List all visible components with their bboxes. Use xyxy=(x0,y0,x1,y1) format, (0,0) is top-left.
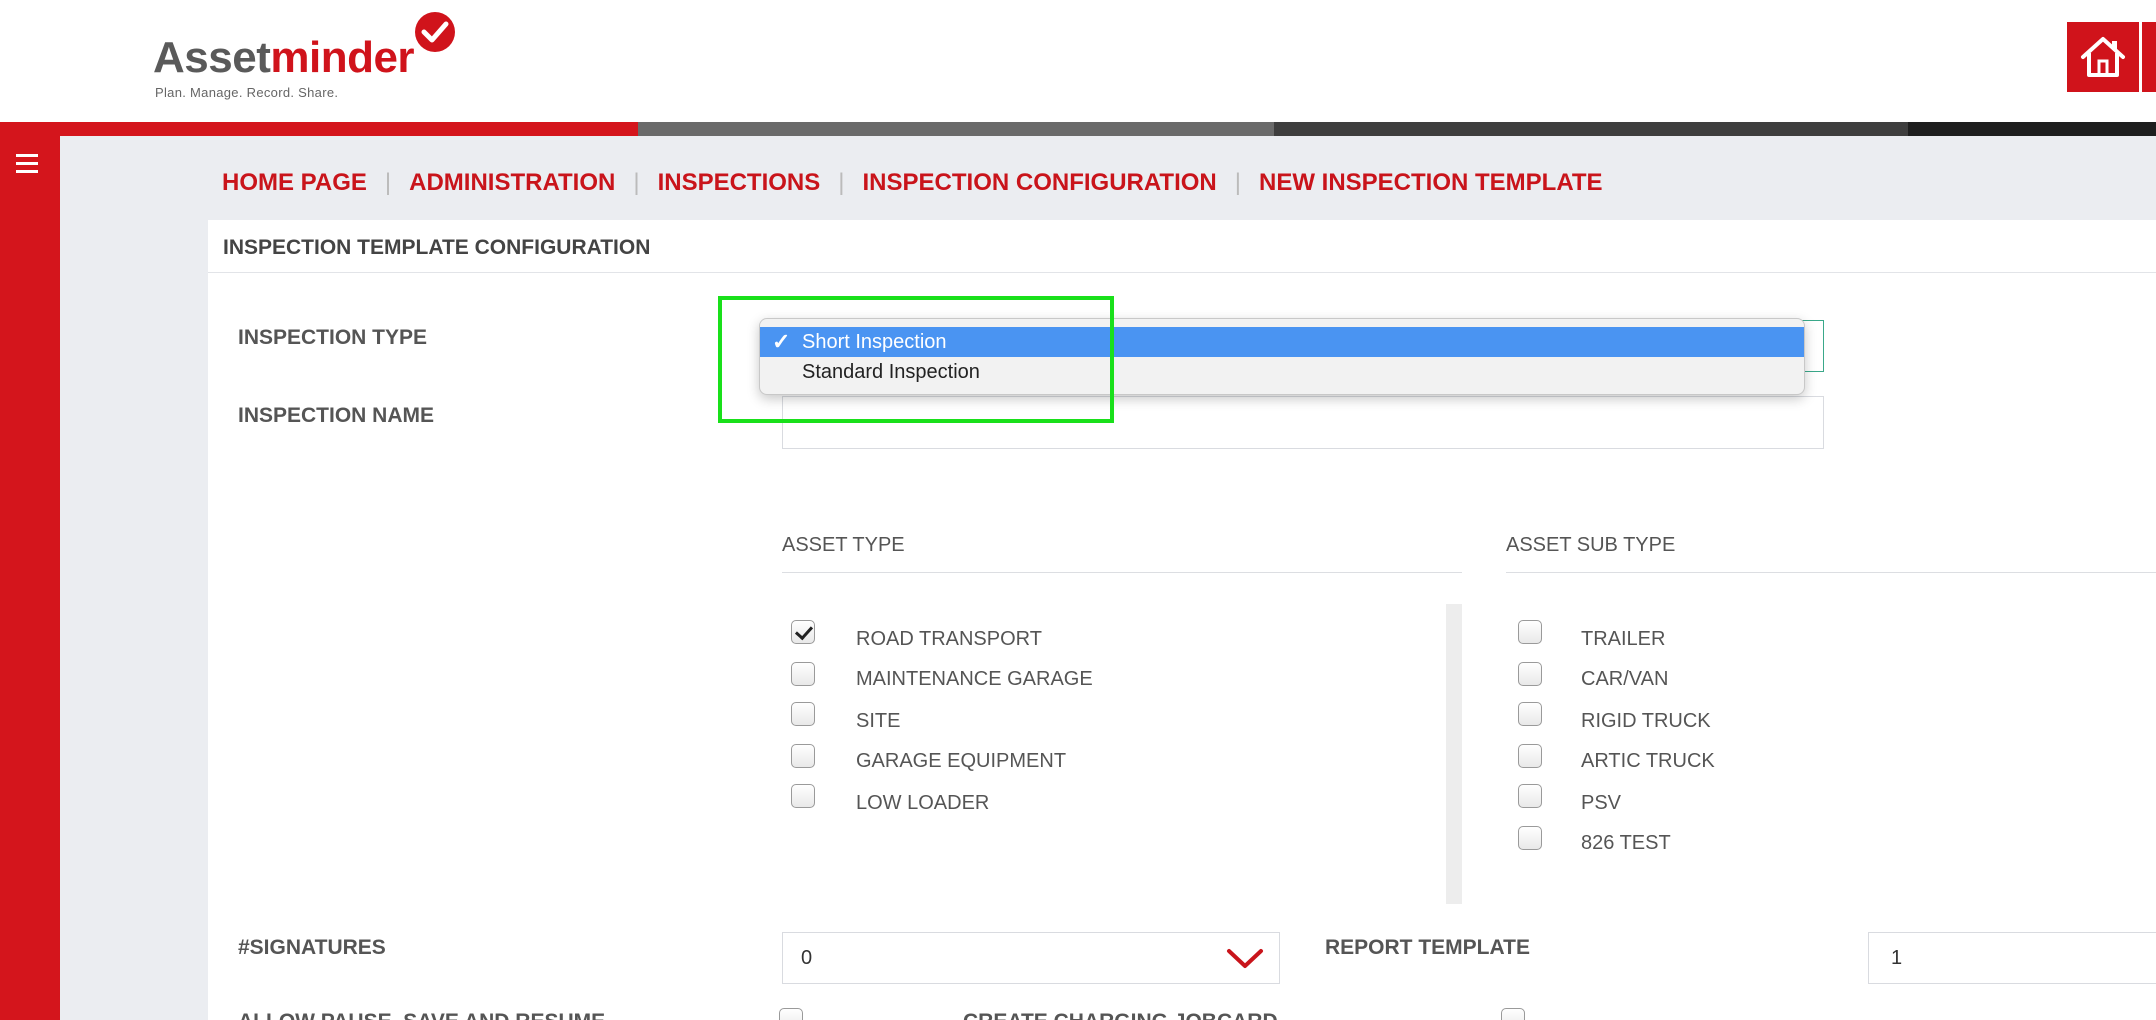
asset-type-scrollbar[interactable] xyxy=(1446,604,1462,904)
asset-type-label: LOW LOADER xyxy=(856,792,990,814)
asset-sub-type-checkbox-rigid-truck[interactable] xyxy=(1518,702,1542,726)
assetminder-logo[interactable]: Assetminder Plan. Manage. Record. Share. xyxy=(153,10,463,100)
asset-sub-type-divider xyxy=(1506,572,2156,573)
report-template-label: REPORT TEMPLATE xyxy=(1325,936,1530,959)
asset-sub-type-label: CAR/VAN xyxy=(1581,668,1669,690)
asset-sub-type-label: RIGID TRUCK xyxy=(1581,710,1711,732)
color-stripe xyxy=(0,122,2156,136)
asset-type-label: SITE xyxy=(856,710,901,732)
report-template-value: 1 xyxy=(1891,947,1903,969)
allow-pause-checkbox[interactable] xyxy=(779,1008,803,1020)
asset-type-checkbox-garage-equipment[interactable] xyxy=(791,744,815,768)
breadcrumb-new-inspection-template[interactable]: NEW INSPECTION TEMPLATE xyxy=(1259,169,1603,197)
asset-sub-type-checkbox-826-test[interactable] xyxy=(1518,826,1542,850)
asset-type-checkbox-road-transport[interactable] xyxy=(791,620,815,644)
create-jobcard-checkbox[interactable] xyxy=(1501,1008,1525,1020)
logo-wordmark: Assetminder xyxy=(153,33,415,82)
asset-type-divider xyxy=(782,572,1462,573)
asset-sub-type-label: PSV xyxy=(1581,792,1622,814)
breadcrumb-separator: | xyxy=(1234,169,1241,196)
breadcrumb-separator: | xyxy=(633,169,640,196)
dropdown-option-label: Standard Inspection xyxy=(802,361,980,383)
asset-type-label: ROAD TRANSPORT xyxy=(856,628,1042,650)
inspection-name-input[interactable] xyxy=(782,396,1824,449)
asset-sub-type-checkbox-trailer[interactable] xyxy=(1518,620,1542,644)
asset-type-checkbox-low-loader[interactable] xyxy=(791,784,815,808)
asset-sub-type-header: ASSET SUB TYPE xyxy=(1506,534,1676,556)
hamburger-menu-icon[interactable] xyxy=(16,154,42,176)
logo-tagline: Plan. Manage. Record. Share. xyxy=(155,85,339,100)
asset-sub-type-checkbox-car-van[interactable] xyxy=(1518,662,1542,686)
stripe-segment-1 xyxy=(0,122,638,136)
inspection-name-label: INSPECTION NAME xyxy=(238,404,435,427)
logo-word-asset: Asset xyxy=(153,33,271,82)
stripe-segment-4 xyxy=(1908,122,2156,136)
breadcrumb-home-page[interactable]: HOME PAGE xyxy=(222,169,367,197)
asset-sub-type-label: TRAILER xyxy=(1581,628,1666,650)
asset-type-checkbox-maintenance-garage[interactable] xyxy=(791,662,815,686)
asset-type-label: GARAGE EQUIPMENT xyxy=(856,750,1067,772)
asset-sub-type-checkbox-psv[interactable] xyxy=(1518,784,1542,808)
logo-check-icon xyxy=(415,12,455,52)
inspection-type-dropdown[interactable]: ✓ Short Inspection Standard Inspection xyxy=(759,318,1805,395)
breadcrumb-separator: | xyxy=(384,169,392,196)
sidebar xyxy=(0,136,60,1020)
asset-sub-type-label: ARTIC TRUCK xyxy=(1581,750,1715,772)
breadcrumb-administration[interactable]: ADMINISTRATION xyxy=(409,169,615,197)
inspection-type-label: INSPECTION TYPE xyxy=(238,326,428,349)
breadcrumb: HOME PAGE | ADMINISTRATION | INSPECTIONS… xyxy=(222,168,1603,198)
dropdown-option-label: Short Inspection xyxy=(802,331,947,353)
dropdown-option-standard-inspection[interactable]: Standard Inspection xyxy=(760,357,1804,387)
dropdown-option-short-inspection[interactable]: ✓ Short Inspection xyxy=(760,327,1804,357)
logo-word-minder: minder xyxy=(270,33,415,82)
asset-type-header: ASSET TYPE xyxy=(782,534,905,556)
asset-type-label: MAINTENANCE GARAGE xyxy=(856,668,1093,690)
breadcrumb-separator: | xyxy=(838,169,845,196)
asset-type-checkbox-site[interactable] xyxy=(791,702,815,726)
header-edge-button[interactable] xyxy=(2142,22,2156,92)
create-jobcard-label: CREATE CHARGING JOBCARD xyxy=(963,1010,1278,1020)
breadcrumb-inspections[interactable]: INSPECTIONS xyxy=(658,169,821,197)
home-button[interactable] xyxy=(2067,22,2139,92)
asset-sub-type-checkbox-artic-truck[interactable] xyxy=(1518,744,1542,768)
allow-pause-label: ALLOW PAUSE, SAVE AND RESUME xyxy=(238,1010,605,1020)
report-template-input[interactable]: 1 xyxy=(1868,932,2156,984)
card-title: INSPECTION TEMPLATE CONFIGURATION xyxy=(223,236,651,259)
chevron-down-icon xyxy=(1225,947,1265,976)
stripe-segment-3 xyxy=(1274,122,1908,136)
signatures-label: #SIGNATURES xyxy=(238,936,386,959)
signatures-value: 0 xyxy=(801,947,813,969)
card-header: INSPECTION TEMPLATE CONFIGURATION xyxy=(208,220,2156,273)
breadcrumb-inspection-configuration[interactable]: INSPECTION CONFIGURATION xyxy=(863,169,1217,197)
signatures-select[interactable]: 0 xyxy=(782,932,1280,984)
top-header: Assetminder Plan. Manage. Record. Share. xyxy=(0,0,2156,122)
stripe-segment-2 xyxy=(638,122,1274,136)
asset-sub-type-label: 826 TEST xyxy=(1581,832,1671,854)
app-viewport: Assetminder Plan. Manage. Record. Share. xyxy=(0,0,2156,1020)
checkmark-icon: ✓ xyxy=(772,329,791,354)
